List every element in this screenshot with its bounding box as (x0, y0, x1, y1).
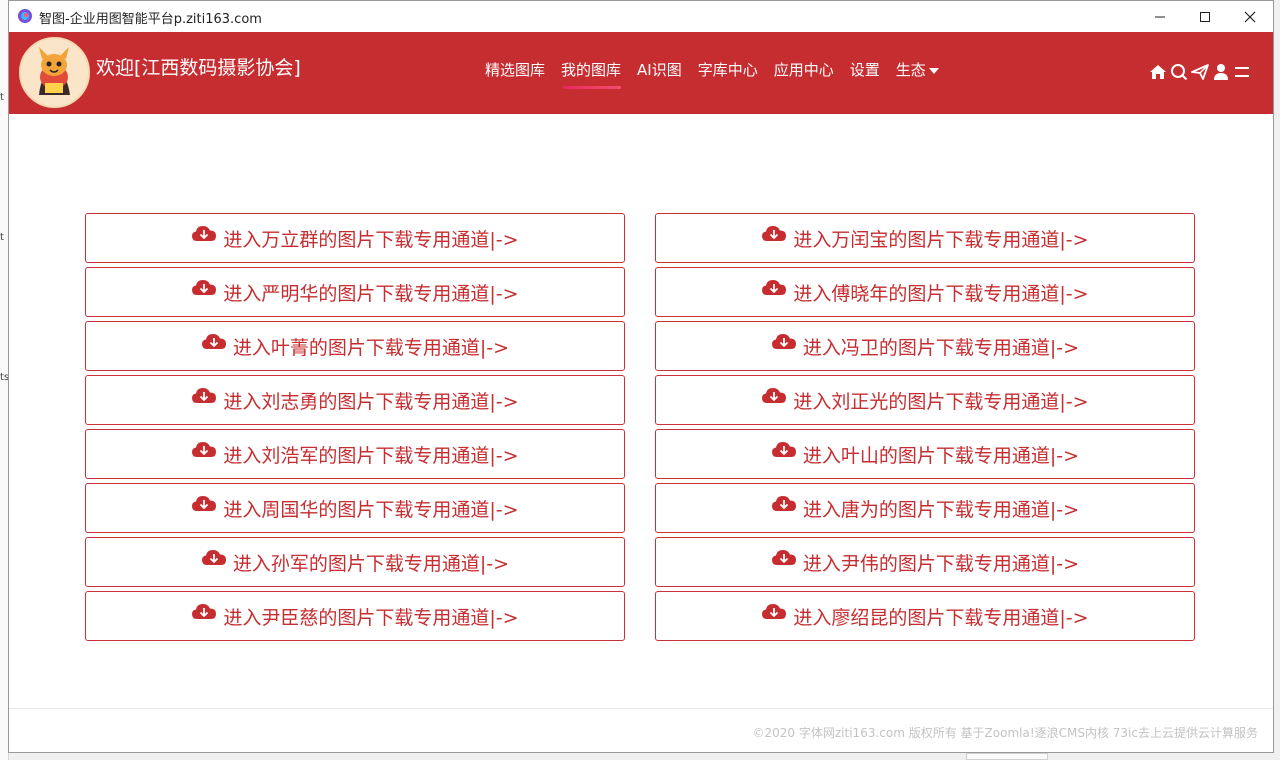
download-channel-button[interactable]: 进入尹伟的图片下载专用通道|-> (655, 537, 1195, 587)
download-channel-button[interactable]: 进入刘正光的图片下载专用通道|-> (655, 375, 1195, 425)
window-title: 智图-企业用图智能平台p.ziti163.com (39, 12, 262, 27)
download-channel-button[interactable]: 进入叶菁的图片下载专用通道|-> (85, 321, 625, 371)
menu-item-app-center[interactable]: 应用中心 (774, 59, 834, 87)
menu-icon[interactable] (1233, 63, 1251, 81)
site-header: 欢迎[江西数码摄影协会] 精选图库 我的图库 AI识图 字库中心 应用中心 设置… (9, 32, 1273, 114)
app-logo-icon (18, 9, 32, 23)
download-channel-label: 进入冯卫的图片下载专用通道|-> (802, 336, 1080, 359)
menu-item-font-center[interactable]: 字库中心 (698, 59, 758, 87)
cloud-download-icon (762, 388, 787, 403)
download-channel-button[interactable]: 进入周国华的图片下载专用通道|-> (85, 483, 625, 533)
cloud-download-icon (771, 334, 796, 349)
chevron-down-icon (928, 67, 939, 74)
download-channel-label: 进入万立群的图片下载专用通道|-> (223, 228, 519, 251)
download-channel-button[interactable]: 进入刘浩军的图片下载专用通道|-> (85, 429, 625, 479)
minimize-button[interactable] (1137, 1, 1183, 32)
menu-item-ai-recognition[interactable]: AI识图 (637, 59, 682, 87)
background-fragment: t (0, 92, 4, 103)
cloud-download-icon (762, 226, 787, 241)
cloud-download-icon (771, 442, 796, 457)
download-channel-label: 进入傅晓年的图片下载专用通道|-> (793, 282, 1089, 305)
menu-item-ecosystem[interactable]: 生态 (896, 59, 939, 87)
download-channel-label: 进入严明华的图片下载专用通道|-> (223, 282, 519, 305)
download-channel-label: 进入尹伟的图片下载专用通道|-> (802, 552, 1080, 575)
download-channel-button[interactable]: 进入廖绍昆的图片下载专用通道|-> (655, 591, 1195, 641)
cloud-download-icon (762, 604, 787, 619)
cloud-download-icon (192, 496, 217, 511)
download-channel-label: 进入叶山的图片下载专用通道|-> (802, 444, 1080, 467)
cloud-download-icon (201, 334, 226, 349)
download-channel-label: 进入刘志勇的图片下载专用通道|-> (223, 390, 519, 413)
background-window-fragment (966, 753, 1048, 760)
title-bar: 智图-企业用图智能平台p.ziti163.com (9, 1, 1273, 32)
download-channel-label: 进入刘浩军的图片下载专用通道|-> (223, 444, 519, 467)
minimize-icon (1155, 16, 1165, 17)
download-channel-label: 进入孙军的图片下载专用通道|-> (232, 552, 510, 575)
maximize-button[interactable] (1182, 1, 1228, 32)
close-icon (1244, 11, 1256, 22)
main-menu: 精选图库 我的图库 AI识图 字库中心 应用中心 设置 生态 (485, 59, 955, 89)
user-icon[interactable] (1212, 63, 1230, 81)
cloud-download-icon (192, 226, 217, 241)
mascot-icon (39, 47, 70, 95)
close-button[interactable] (1227, 1, 1273, 32)
cloud-download-icon (771, 550, 796, 565)
download-channel-label: 进入万闰宝的图片下载专用通道|-> (793, 228, 1089, 251)
footer-copyright: ©2020 字体网ziti163.com 版权所有 基于Zoomla!逐浪CMS… (752, 726, 1258, 740)
download-channel-label: 进入周国华的图片下载专用通道|-> (223, 498, 519, 521)
menu-item-featured[interactable]: 精选图库 (485, 59, 545, 87)
download-channel-label: 进入叶菁的图片下载专用通道|-> (232, 336, 510, 359)
download-channel-button[interactable]: 进入严明华的图片下载专用通道|-> (85, 267, 625, 317)
maximize-icon (1200, 11, 1210, 22)
footer: ©2020 字体网ziti163.com 版权所有 基于Zoomla!逐浪CMS… (9, 708, 1273, 752)
browser-window: 智图-企业用图智能平台p.ziti163.com 欢迎[江西数码摄影协会] 精选… (8, 0, 1274, 753)
download-channel-button[interactable]: 进入叶山的图片下载专用通道|-> (655, 429, 1195, 479)
cloud-download-icon (771, 496, 796, 511)
home-icon[interactable] (1149, 63, 1167, 81)
menu-item-ecosystem-label: 生态 (895, 61, 926, 79)
welcome-text: 欢迎[江西数码摄影协会] (96, 57, 301, 79)
menu-item-my-gallery[interactable]: 我的图库 (561, 59, 622, 89)
download-channel-button[interactable]: 进入万闰宝的图片下载专用通道|-> (655, 213, 1195, 263)
menu-item-settings[interactable]: 设置 (850, 59, 880, 87)
background-fragment: t (0, 232, 4, 243)
download-channel-button[interactable]: 进入唐为的图片下载专用通道|-> (655, 483, 1195, 533)
download-channel-button[interactable]: 进入孙军的图片下载专用通道|-> (85, 537, 625, 587)
search-icon[interactable] (1170, 63, 1188, 81)
download-channel-label: 进入尹臣慈的图片下载专用通道|-> (223, 606, 519, 629)
download-channel-label: 进入廖绍昆的图片下载专用通道|-> (793, 606, 1089, 629)
main-content: 进入万立群的图片下载专用通道|-> 进入万闰宝的图片下载专用通道|-> 进入严明华的… (9, 114, 1273, 709)
download-channel-button[interactable]: 进入傅晓年的图片下载专用通道|-> (655, 267, 1195, 317)
cloud-download-icon (192, 280, 217, 295)
header-icon-bar (1149, 63, 1251, 81)
download-channel-button[interactable]: 进入冯卫的图片下载专用通道|-> (655, 321, 1195, 371)
cloud-download-icon (201, 550, 226, 565)
cloud-download-icon (192, 388, 217, 403)
cloud-download-icon (192, 604, 217, 619)
channel-grid: 进入万立群的图片下载专用通道|-> 进入万闰宝的图片下载专用通道|-> 进入严明华的… (85, 213, 1196, 641)
download-channel-button[interactable]: 进入尹臣慈的图片下载专用通道|-> (85, 591, 625, 641)
download-channel-button[interactable]: 进入万立群的图片下载专用通道|-> (85, 213, 625, 263)
send-icon[interactable] (1191, 63, 1209, 81)
download-channel-label: 进入刘正光的图片下载专用通道|-> (793, 390, 1089, 413)
download-channel-label: 进入唐为的图片下载专用通道|-> (802, 498, 1080, 521)
cloud-download-icon (762, 280, 787, 295)
download-channel-button[interactable]: 进入刘志勇的图片下载专用通道|-> (85, 375, 625, 425)
cloud-download-icon (192, 442, 217, 457)
avatar[interactable] (19, 37, 90, 108)
